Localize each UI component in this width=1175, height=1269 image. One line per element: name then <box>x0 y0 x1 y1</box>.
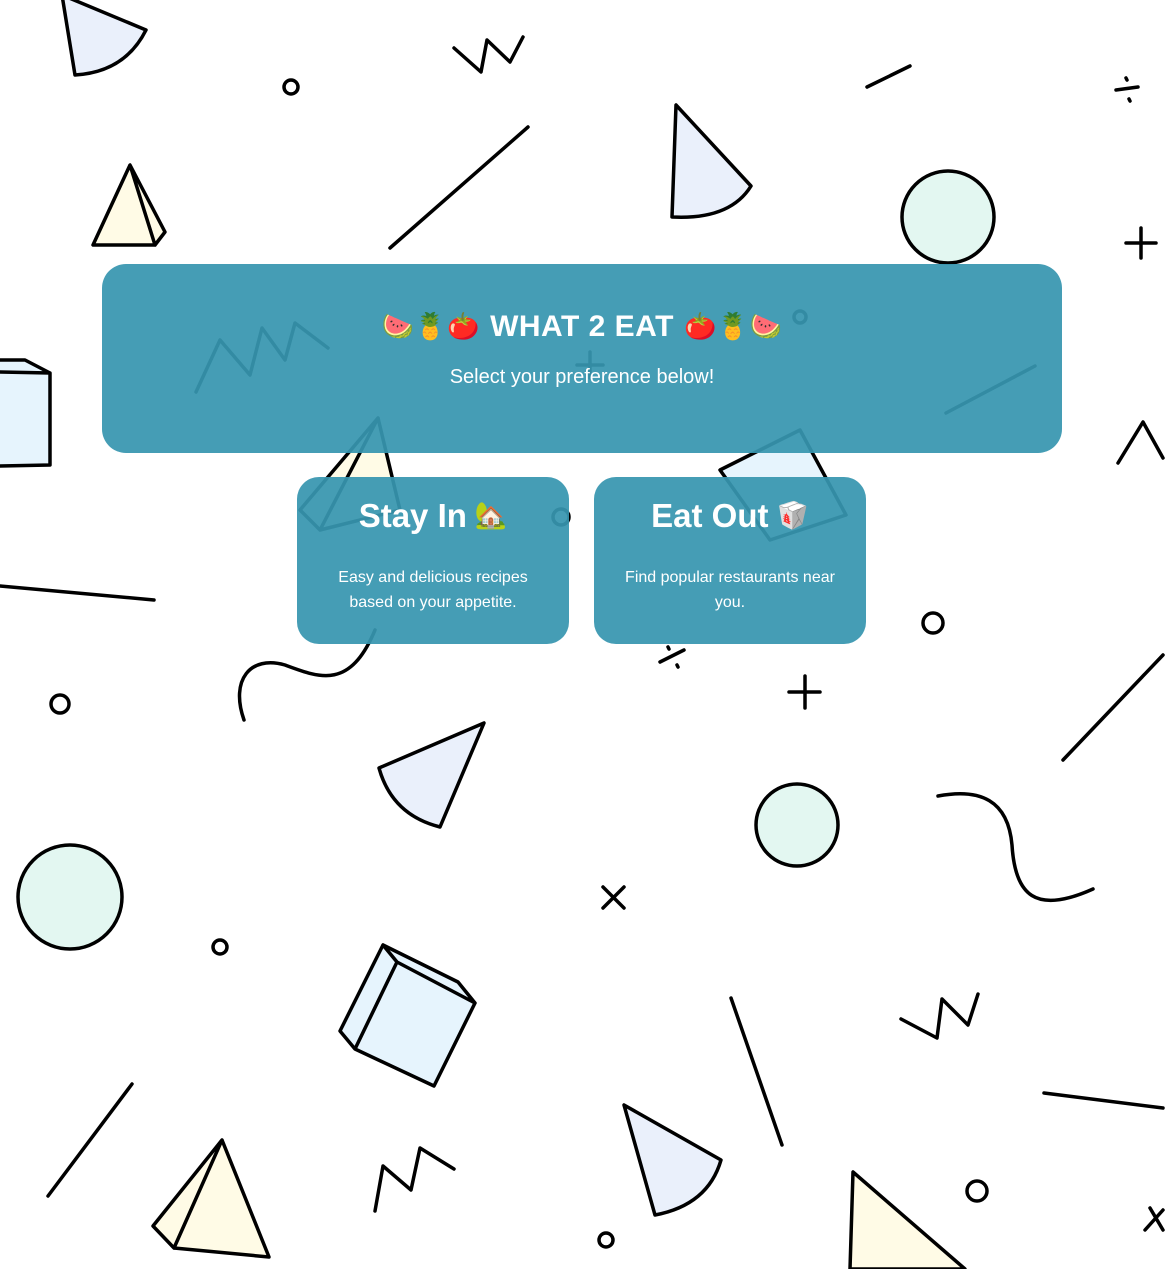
eat-out-title-text: Eat Out <box>651 497 769 534</box>
line-shape <box>1042 1091 1165 1110</box>
eat-out-title: Eat Out 🥡 <box>594 497 866 535</box>
ring-shape <box>921 611 945 635</box>
fruit-emoji-left: 🍉🍍🍅 <box>381 312 481 342</box>
squiggle-shape <box>936 791 1095 903</box>
stay-in-card[interactable]: Stay In 🏡 Easy and delicious recipes bas… <box>297 477 569 644</box>
house-emoji-icon: 🏡 <box>474 501 508 531</box>
pyramid-shape <box>151 1138 271 1259</box>
zigzag-shape <box>452 35 525 74</box>
cone-shape <box>61 0 148 77</box>
stay-in-description: Easy and delicious recipes based on your… <box>338 569 528 611</box>
cone-shape <box>377 721 486 829</box>
circle-shape <box>754 782 840 868</box>
times-shape <box>1143 1206 1165 1232</box>
eat-out-card[interactable]: Eat Out 🥡 Find popular restaurants near … <box>594 477 866 644</box>
ring-shape <box>282 78 300 96</box>
app-subtitle: Select your preference below! <box>449 366 715 388</box>
fruit-emoji-right: 🍅🍍🍉 <box>683 312 783 342</box>
line-shape <box>46 1082 134 1198</box>
app-title: 🍉🍍🍅 WHAT 2 EAT 🍅🍍🍉 <box>102 310 1062 344</box>
ring-shape <box>49 693 71 715</box>
cone-shape <box>622 1103 723 1217</box>
line-shape <box>388 125 530 250</box>
zigzag-shape <box>899 992 980 1040</box>
line-shape <box>1061 653 1165 762</box>
eat-out-description: Find popular restaurants near you. <box>625 569 835 611</box>
memphis-background-pattern <box>0 0 1165 1269</box>
cube-shape <box>338 943 477 1088</box>
ring-shape <box>965 1179 989 1203</box>
cone-shape <box>670 103 753 219</box>
takeout-box-emoji-icon: 🥡 <box>776 501 809 531</box>
line-shape <box>0 584 156 602</box>
plus-shape <box>787 674 822 710</box>
divide-shape <box>658 645 686 669</box>
line-shape <box>865 64 912 89</box>
circle-shape <box>900 169 996 265</box>
zigzag-shape <box>1116 420 1165 465</box>
times-shape <box>601 885 626 910</box>
line-shape <box>729 996 784 1147</box>
cube-shape <box>0 358 52 468</box>
stay-in-title-text: Stay In <box>358 497 467 534</box>
app-title-text: WHAT 2 EAT <box>490 310 674 343</box>
header-panel: 🍉🍍🍅 WHAT 2 EAT 🍅🍍🍉 Select your preferenc… <box>102 264 1062 453</box>
zigzag-shape <box>373 1146 456 1213</box>
pyramid-shape <box>848 1170 967 1269</box>
circle-shape <box>16 843 124 951</box>
stay-in-title: Stay In 🏡 <box>297 497 569 535</box>
plus-shape <box>1124 226 1158 260</box>
pyramid-shape <box>91 163 167 247</box>
divide-shape <box>1114 76 1140 103</box>
ring-shape <box>211 938 229 956</box>
ring-shape <box>597 1231 615 1249</box>
